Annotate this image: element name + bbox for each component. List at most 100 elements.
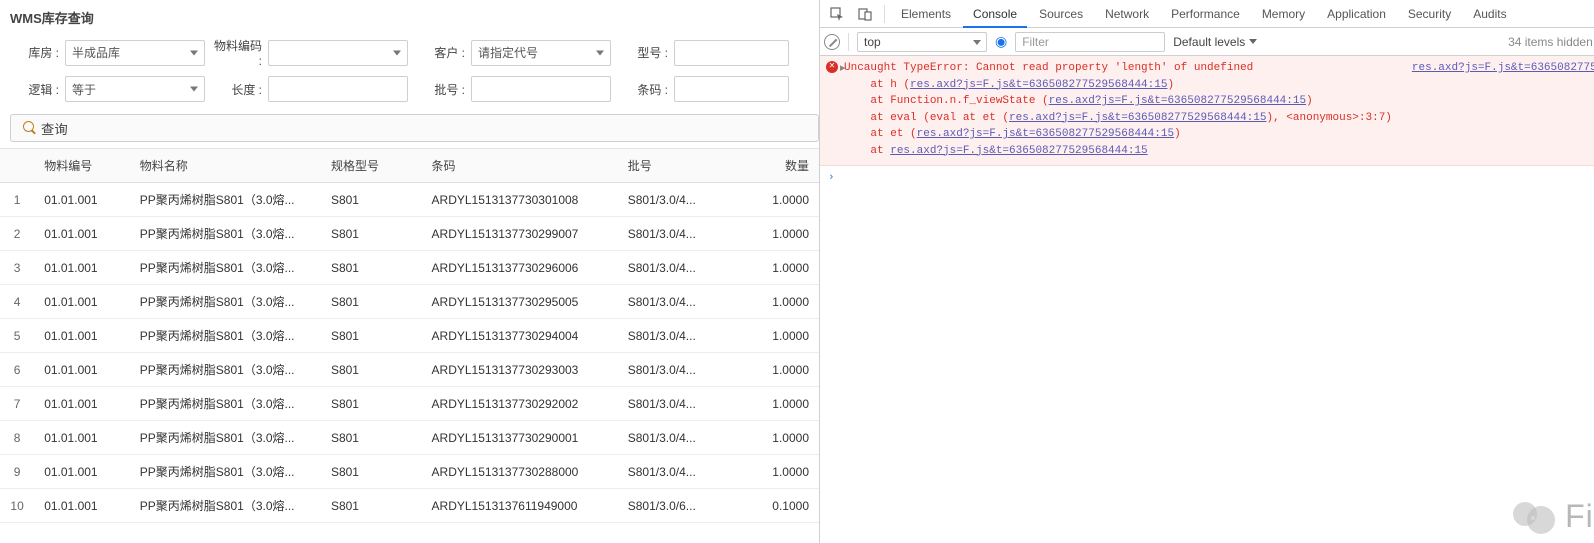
table-row[interactable]: 1001.01.001PP聚丙烯树脂S801（3.0熔...S801ARDYL1…: [0, 489, 819, 523]
col-material-no[interactable]: 物料编号: [34, 149, 130, 183]
col-material-name[interactable]: 物料名称: [130, 149, 321, 183]
cell-spec: S801: [321, 217, 422, 251]
table-row[interactable]: 401.01.001PP聚丙烯树脂S801（3.0熔...S801ARDYL15…: [0, 285, 819, 319]
col-barcode[interactable]: 条码: [422, 149, 618, 183]
console-error-entry[interactable]: ✕ ▸ Uncaught TypeError: Cannot read prop…: [820, 56, 1594, 166]
devtools-tab-sources[interactable]: Sources: [1029, 0, 1093, 28]
cell-material-name: PP聚丙烯树脂S801（3.0熔...: [130, 421, 321, 455]
cell-batch: S801/3.0/4...: [618, 183, 729, 217]
cell-qty: 1.0000: [728, 387, 819, 421]
table-row[interactable]: 701.01.001PP聚丙烯树脂S801（3.0熔...S801ARDYL15…: [0, 387, 819, 421]
cell-spec: S801: [321, 285, 422, 319]
col-spec[interactable]: 规格型号: [321, 149, 422, 183]
search-icon: [23, 121, 37, 135]
cell-material-no: 01.01.001: [34, 183, 130, 217]
row-index: 2: [0, 217, 34, 251]
cell-spec: S801: [321, 455, 422, 489]
filter-panel: 库房 : 半成品库 物料编码 : 客户 : 请指定代号: [0, 33, 819, 112]
cell-material-no: 01.01.001: [34, 319, 130, 353]
devtools-tab-network[interactable]: Network: [1095, 0, 1159, 28]
log-levels-select[interactable]: Default levels: [1173, 35, 1257, 49]
cell-material-name: PP聚丙烯树脂S801（3.0熔...: [130, 285, 321, 319]
table-row[interactable]: 601.01.001PP聚丙烯树脂S801（3.0熔...S801ARDYL15…: [0, 353, 819, 387]
context-select[interactable]: top: [857, 32, 987, 52]
stack-link[interactable]: res.axd?js=F.js&t=636508277529568444:15: [890, 145, 1147, 157]
cell-barcode: ARDYL1513137730290001: [422, 421, 618, 455]
cell-material-no: 01.01.001: [34, 489, 130, 523]
table-row[interactable]: 901.01.001PP聚丙烯树脂S801（3.0熔...S801ARDYL15…: [0, 455, 819, 489]
cell-qty: 0.1000: [728, 489, 819, 523]
cell-batch: S801/3.0/4...: [618, 387, 729, 421]
table-row[interactable]: 801.01.001PP聚丙烯树脂S801（3.0熔...S801ARDYL15…: [0, 421, 819, 455]
stack-link[interactable]: res.axd?js=F.js&t=636508277529568444:15: [1009, 112, 1266, 124]
table-row[interactable]: 301.01.001PP聚丙烯树脂S801（3.0熔...S801ARDYL15…: [0, 251, 819, 285]
stack-link[interactable]: res.axd?js=F.js&t=636508277529568444:15: [1049, 95, 1306, 107]
devtools-tabbar: ElementsConsoleSourcesNetworkPerformance…: [820, 0, 1594, 28]
row-index: 10: [0, 489, 34, 523]
result-grid[interactable]: 物料编号 物料名称 规格型号 条码 批号 数量 101.01.001PP聚丙烯树…: [0, 148, 819, 543]
stack-frame: at res.axd?js=F.js&t=636508277529568444:…: [844, 143, 1392, 160]
wms-app: WMS库存查询 库房 : 半成品库 物料编码 : 客户 : 请指定代: [0, 0, 820, 543]
cell-barcode: ARDYL1513137730292002: [422, 387, 618, 421]
col-qty[interactable]: 数量: [728, 149, 819, 183]
table-row[interactable]: 501.01.001PP聚丙烯树脂S801（3.0熔...S801ARDYL15…: [0, 319, 819, 353]
clear-console-icon[interactable]: [824, 34, 840, 50]
customer-label: 客户 :: [416, 44, 471, 61]
devtools-panel: ElementsConsoleSourcesNetworkPerformance…: [820, 0, 1594, 543]
console-body[interactable]: ✕ ▸ Uncaught TypeError: Cannot read prop…: [820, 56, 1594, 543]
logic-label: 逻辑 :: [10, 81, 65, 98]
query-button-label: 查询: [41, 119, 68, 138]
cell-spec: S801: [321, 489, 422, 523]
cell-spec: S801: [321, 251, 422, 285]
query-button[interactable]: 查询: [10, 114, 819, 142]
error-icon: ✕: [826, 61, 838, 73]
chevron-down-icon: [596, 50, 604, 55]
console-filter-input[interactable]: Filter: [1015, 32, 1165, 52]
row-index: 6: [0, 353, 34, 387]
inspect-icon[interactable]: [824, 1, 850, 27]
material-code-dropdown[interactable]: [268, 40, 408, 66]
app-title: WMS库存查询: [0, 0, 819, 33]
cell-qty: 1.0000: [728, 251, 819, 285]
devtools-tab-security[interactable]: Security: [1398, 0, 1461, 28]
devtools-tab-memory[interactable]: Memory: [1252, 0, 1315, 28]
cell-material-no: 01.01.001: [34, 387, 130, 421]
model-input[interactable]: [674, 40, 789, 66]
devtools-tab-audits[interactable]: Audits: [1463, 0, 1516, 28]
devtools-tab-application[interactable]: Application: [1317, 0, 1396, 28]
console-prompt[interactable]: ›: [820, 166, 1594, 191]
cell-qty: 1.0000: [728, 455, 819, 489]
eye-icon[interactable]: ◉: [995, 33, 1007, 50]
batch-input[interactable]: [471, 76, 611, 102]
cell-material-name: PP聚丙烯树脂S801（3.0熔...: [130, 387, 321, 421]
cell-material-name: PP聚丙烯树脂S801（3.0熔...: [130, 183, 321, 217]
cell-batch: S801/3.0/6...: [618, 489, 729, 523]
devtools-tab-performance[interactable]: Performance: [1161, 0, 1250, 28]
cell-barcode: ARDYL1513137730288000: [422, 455, 618, 489]
stack-link[interactable]: res.axd?js=F.js&t=636508277529568444:15: [910, 79, 1167, 91]
expand-arrow-icon[interactable]: ▸: [840, 61, 846, 78]
barcode-input[interactable]: [674, 76, 789, 102]
cell-spec: S801: [321, 421, 422, 455]
table-row[interactable]: 101.01.001PP聚丙烯树脂S801（3.0熔...S801ARDYL15…: [0, 183, 819, 217]
warehouse-dropdown[interactable]: 半成品库: [65, 40, 205, 66]
stack-link[interactable]: res.axd?js=F.js&t=636508277529568444:15: [917, 128, 1174, 140]
devtools-tab-elements[interactable]: Elements: [891, 0, 961, 28]
table-row[interactable]: 201.01.001PP聚丙烯树脂S801（3.0熔...S801ARDYL15…: [0, 217, 819, 251]
cell-spec: S801: [321, 353, 422, 387]
row-index: 9: [0, 455, 34, 489]
devtools-tab-console[interactable]: Console: [963, 0, 1027, 28]
batch-label: 批号 :: [416, 81, 471, 98]
length-input[interactable]: [268, 76, 408, 102]
device-toggle-icon[interactable]: [852, 1, 878, 27]
cell-material-no: 01.01.001: [34, 217, 130, 251]
customer-dropdown[interactable]: 请指定代号: [471, 40, 611, 66]
warehouse-label: 库房 :: [10, 44, 65, 61]
col-batch[interactable]: 批号: [618, 149, 729, 183]
error-source-link[interactable]: res.axd?js=F.js&t=636508277529568444:15: [1412, 60, 1594, 159]
chevron-down-icon: [973, 40, 981, 45]
cell-batch: S801/3.0/4...: [618, 353, 729, 387]
customer-placeholder: 请指定代号: [478, 44, 538, 61]
cell-material-no: 01.01.001: [34, 251, 130, 285]
logic-dropdown[interactable]: 等于: [65, 76, 205, 102]
